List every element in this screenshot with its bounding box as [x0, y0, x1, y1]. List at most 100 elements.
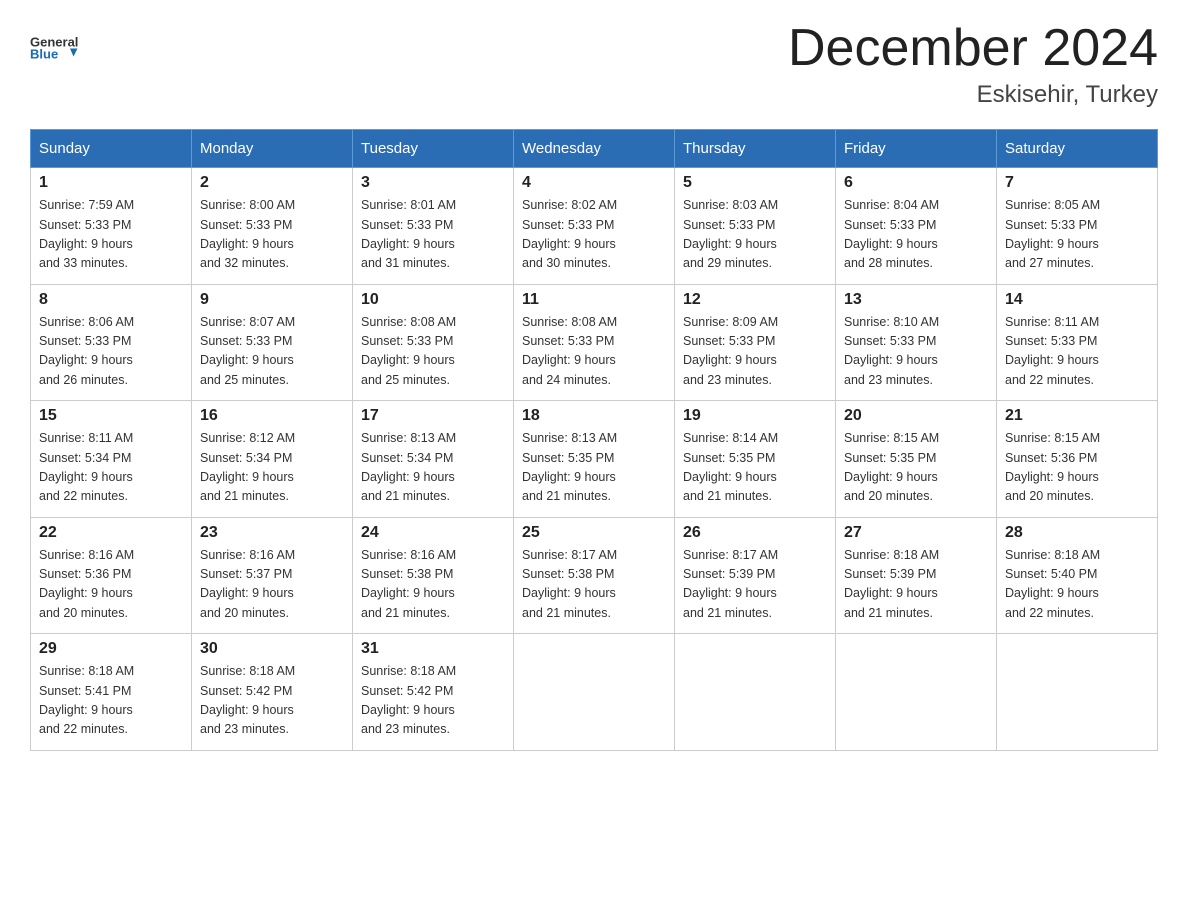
sunset-label: Sunset: 5:39 PM: [683, 567, 775, 581]
daylight-minutes: and 31 minutes.: [361, 256, 450, 270]
sunrise-label: Sunrise: 8:12 AM: [200, 431, 295, 445]
day-info: Sunrise: 8:08 AM Sunset: 5:33 PM Dayligh…: [361, 313, 505, 391]
day-cell-28: 28 Sunrise: 8:18 AM Sunset: 5:40 PM Dayl…: [997, 517, 1158, 634]
daylight-minutes: and 21 minutes.: [522, 489, 611, 503]
day-cell-12: 12 Sunrise: 8:09 AM Sunset: 5:33 PM Dayl…: [675, 284, 836, 401]
day-number: 29: [39, 640, 183, 658]
daylight-minutes: and 23 minutes.: [844, 373, 933, 387]
weekday-thursday: Thursday: [675, 130, 836, 168]
day-number: 15: [39, 407, 183, 425]
day-number: 20: [844, 407, 988, 425]
day-number: 27: [844, 524, 988, 542]
day-number: 24: [361, 524, 505, 542]
weekday-friday: Friday: [836, 130, 997, 168]
daylight-label: Daylight: 9 hours: [1005, 237, 1099, 251]
sunset-label: Sunset: 5:42 PM: [200, 684, 292, 698]
sunrise-label: Sunrise: 8:08 AM: [361, 315, 456, 329]
daylight-minutes: and 21 minutes.: [200, 489, 289, 503]
sunrise-label: Sunrise: 8:18 AM: [39, 664, 134, 678]
day-cell-24: 24 Sunrise: 8:16 AM Sunset: 5:38 PM Dayl…: [353, 517, 514, 634]
day-cell-4: 4 Sunrise: 8:02 AM Sunset: 5:33 PM Dayli…: [514, 168, 675, 285]
day-cell-10: 10 Sunrise: 8:08 AM Sunset: 5:33 PM Dayl…: [353, 284, 514, 401]
svg-text:Blue: Blue: [30, 47, 58, 62]
day-cell-23: 23 Sunrise: 8:16 AM Sunset: 5:37 PM Dayl…: [192, 517, 353, 634]
sunset-label: Sunset: 5:33 PM: [1005, 334, 1097, 348]
day-number: 2: [200, 174, 344, 192]
sunrise-label: Sunrise: 8:15 AM: [844, 431, 939, 445]
daylight-minutes: and 22 minutes.: [39, 722, 128, 736]
daylight-minutes: and 21 minutes.: [522, 606, 611, 620]
daylight-label: Daylight: 9 hours: [200, 237, 294, 251]
day-cell-19: 19 Sunrise: 8:14 AM Sunset: 5:35 PM Dayl…: [675, 401, 836, 518]
day-info: Sunrise: 8:12 AM Sunset: 5:34 PM Dayligh…: [200, 429, 344, 507]
logo: General Blue: [30, 20, 85, 75]
sunset-label: Sunset: 5:35 PM: [683, 451, 775, 465]
day-info: Sunrise: 8:16 AM Sunset: 5:37 PM Dayligh…: [200, 546, 344, 624]
day-info: Sunrise: 8:18 AM Sunset: 5:39 PM Dayligh…: [844, 546, 988, 624]
day-cell-25: 25 Sunrise: 8:17 AM Sunset: 5:38 PM Dayl…: [514, 517, 675, 634]
sunset-label: Sunset: 5:36 PM: [1005, 451, 1097, 465]
daylight-label: Daylight: 9 hours: [683, 470, 777, 484]
sunrise-label: Sunrise: 8:13 AM: [522, 431, 617, 445]
daylight-minutes: and 24 minutes.: [522, 373, 611, 387]
day-number: 18: [522, 407, 666, 425]
day-info: Sunrise: 8:18 AM Sunset: 5:40 PM Dayligh…: [1005, 546, 1149, 624]
daylight-minutes: and 29 minutes.: [683, 256, 772, 270]
day-number: 25: [522, 524, 666, 542]
day-number: 11: [522, 291, 666, 309]
day-cell-8: 8 Sunrise: 8:06 AM Sunset: 5:33 PM Dayli…: [31, 284, 192, 401]
day-number: 9: [200, 291, 344, 309]
weekday-wednesday: Wednesday: [514, 130, 675, 168]
sunset-label: Sunset: 5:33 PM: [361, 218, 453, 232]
daylight-label: Daylight: 9 hours: [39, 703, 133, 717]
empty-day-cell: [836, 634, 997, 751]
sunset-label: Sunset: 5:38 PM: [522, 567, 614, 581]
calendar-table: SundayMondayTuesdayWednesdayThursdayFrid…: [30, 129, 1158, 751]
daylight-minutes: and 28 minutes.: [844, 256, 933, 270]
sunset-label: Sunset: 5:33 PM: [361, 334, 453, 348]
day-cell-16: 16 Sunrise: 8:12 AM Sunset: 5:34 PM Dayl…: [192, 401, 353, 518]
day-number: 1: [39, 174, 183, 192]
day-cell-18: 18 Sunrise: 8:13 AM Sunset: 5:35 PM Dayl…: [514, 401, 675, 518]
day-number: 8: [39, 291, 183, 309]
day-info: Sunrise: 8:13 AM Sunset: 5:34 PM Dayligh…: [361, 429, 505, 507]
week-row-2: 8 Sunrise: 8:06 AM Sunset: 5:33 PM Dayli…: [31, 284, 1158, 401]
sunset-label: Sunset: 5:42 PM: [361, 684, 453, 698]
day-number: 26: [683, 524, 827, 542]
daylight-label: Daylight: 9 hours: [39, 586, 133, 600]
sunset-label: Sunset: 5:33 PM: [522, 334, 614, 348]
day-number: 19: [683, 407, 827, 425]
day-info: Sunrise: 8:09 AM Sunset: 5:33 PM Dayligh…: [683, 313, 827, 391]
sunset-label: Sunset: 5:33 PM: [683, 334, 775, 348]
day-number: 16: [200, 407, 344, 425]
sunset-label: Sunset: 5:35 PM: [844, 451, 936, 465]
sunrise-label: Sunrise: 8:18 AM: [1005, 548, 1100, 562]
day-info: Sunrise: 8:04 AM Sunset: 5:33 PM Dayligh…: [844, 196, 988, 274]
sunrise-label: Sunrise: 8:13 AM: [361, 431, 456, 445]
page-header: General Blue December 2024 Eskisehir, Tu…: [30, 20, 1158, 109]
sunrise-label: Sunrise: 8:11 AM: [1005, 315, 1099, 329]
sunset-label: Sunset: 5:35 PM: [522, 451, 614, 465]
sunset-label: Sunset: 5:33 PM: [200, 218, 292, 232]
daylight-minutes: and 23 minutes.: [200, 722, 289, 736]
daylight-label: Daylight: 9 hours: [361, 237, 455, 251]
day-cell-14: 14 Sunrise: 8:11 AM Sunset: 5:33 PM Dayl…: [997, 284, 1158, 401]
day-number: 14: [1005, 291, 1149, 309]
sunset-label: Sunset: 5:34 PM: [200, 451, 292, 465]
day-number: 21: [1005, 407, 1149, 425]
sunset-label: Sunset: 5:39 PM: [844, 567, 936, 581]
daylight-minutes: and 25 minutes.: [200, 373, 289, 387]
sunrise-label: Sunrise: 8:18 AM: [361, 664, 456, 678]
location-title: Eskisehir, Turkey: [788, 81, 1158, 109]
daylight-label: Daylight: 9 hours: [522, 237, 616, 251]
sunset-label: Sunset: 5:38 PM: [361, 567, 453, 581]
week-row-3: 15 Sunrise: 8:11 AM Sunset: 5:34 PM Dayl…: [31, 401, 1158, 518]
day-number: 7: [1005, 174, 1149, 192]
sunrise-label: Sunrise: 8:18 AM: [844, 548, 939, 562]
sunrise-label: Sunrise: 8:10 AM: [844, 315, 939, 329]
daylight-label: Daylight: 9 hours: [361, 353, 455, 367]
daylight-minutes: and 23 minutes.: [361, 722, 450, 736]
daylight-label: Daylight: 9 hours: [200, 470, 294, 484]
daylight-label: Daylight: 9 hours: [1005, 470, 1099, 484]
sunrise-label: Sunrise: 8:00 AM: [200, 198, 295, 212]
